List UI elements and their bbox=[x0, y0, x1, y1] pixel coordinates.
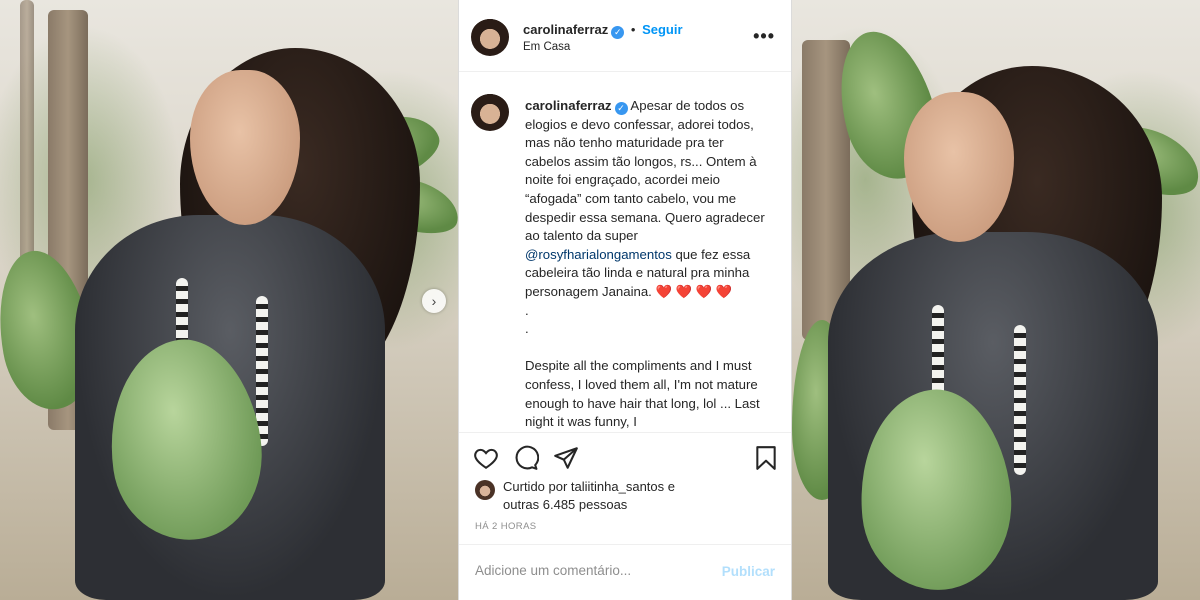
caption-dot: . bbox=[525, 321, 529, 337]
verified-icon: ✓ bbox=[614, 102, 628, 115]
likes-middle: e bbox=[664, 479, 675, 494]
comment-icon[interactable] bbox=[513, 445, 539, 471]
comment-bar: Publicar bbox=[459, 544, 791, 600]
caption-english: Despite all the compliments and I must c… bbox=[525, 358, 760, 430]
verified-icon: ✓ bbox=[611, 26, 625, 39]
avatar[interactable] bbox=[471, 93, 509, 131]
post-photo-right bbox=[792, 0, 1200, 600]
follow-button[interactable]: Seguir bbox=[642, 22, 682, 37]
comment-input[interactable] bbox=[475, 563, 695, 578]
avatar[interactable] bbox=[471, 18, 509, 56]
caption-username[interactable]: carolinaferraz bbox=[525, 98, 612, 113]
caption-area: carolinaferraz ✓ Apesar de todos os elogi… bbox=[459, 73, 791, 431]
likes-prefix: Curtido por bbox=[503, 479, 571, 494]
post-timestamp[interactable]: HÁ 2 HORAS bbox=[475, 521, 537, 532]
more-horizontal-icon[interactable]: ••• bbox=[753, 26, 775, 47]
location-link[interactable]: Em Casa bbox=[523, 41, 570, 53]
post-header: carolinaferraz ✓ • Seguir Em Casa ••• bbox=[459, 0, 791, 72]
post-photo-left[interactable]: › bbox=[0, 0, 458, 600]
caption-text: carolinaferraz ✓ Apesar de todos os elogi… bbox=[525, 97, 765, 431]
caption-dot: . bbox=[525, 302, 529, 318]
post-panel: carolinaferraz ✓ • Seguir Em Casa ••• car… bbox=[458, 0, 792, 600]
chevron-right-icon[interactable]: › bbox=[422, 289, 446, 313]
send-icon[interactable] bbox=[553, 445, 579, 471]
action-bar bbox=[459, 432, 791, 482]
author-line: carolinaferraz ✓ • Seguir bbox=[523, 22, 683, 39]
caption-body-1: Apesar de todos os elogios e devo confes… bbox=[525, 98, 765, 244]
hearts-emoji: ❤️ ❤️ ❤️ ❤️ bbox=[655, 283, 733, 299]
likes-text: Curtido por taliitinha_santos e outras 6… bbox=[503, 478, 773, 514]
likes-count-link[interactable]: outras 6.485 pessoas bbox=[503, 497, 627, 512]
author-username[interactable]: carolinaferraz bbox=[523, 22, 608, 37]
avatar[interactable] bbox=[475, 480, 495, 500]
liker-username[interactable]: taliitinha_santos bbox=[571, 479, 664, 494]
separator: • bbox=[630, 22, 636, 37]
mention-link[interactable]: @rosyfharialongamentos bbox=[525, 247, 672, 262]
heart-icon[interactable] bbox=[473, 445, 499, 471]
bookmark-icon[interactable] bbox=[753, 445, 779, 471]
publish-button[interactable]: Publicar bbox=[722, 564, 775, 579]
necklace bbox=[1014, 325, 1026, 475]
